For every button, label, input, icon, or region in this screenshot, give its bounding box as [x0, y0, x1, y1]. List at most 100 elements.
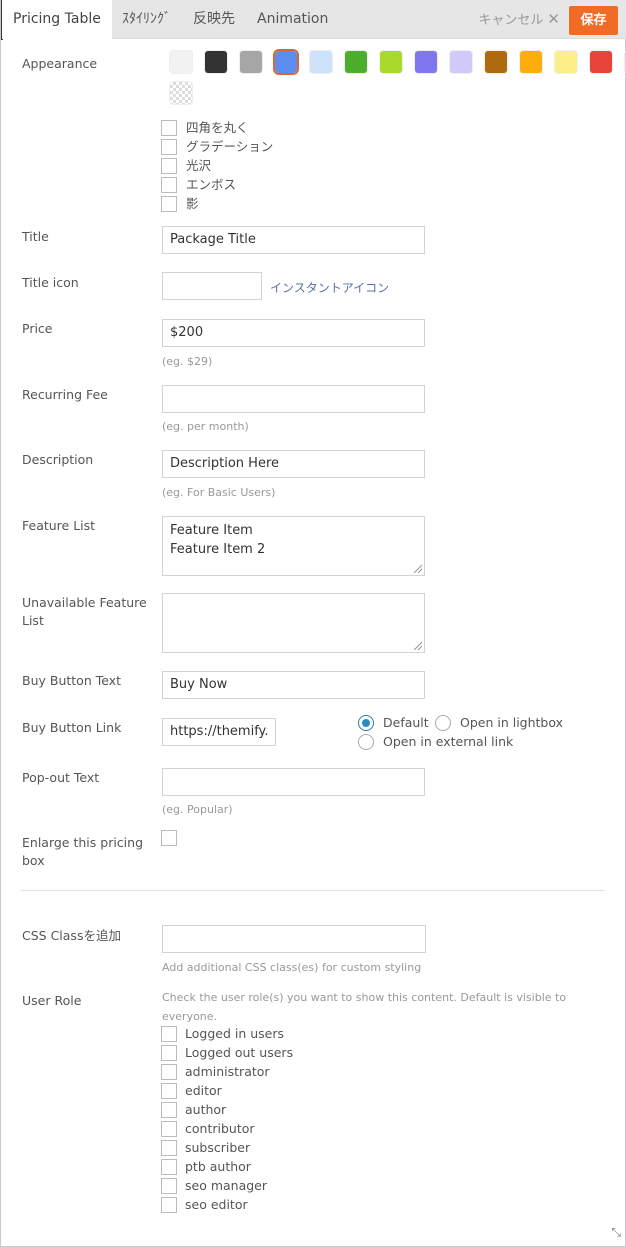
user-role-checkbox[interactable]: [161, 1083, 177, 1099]
cancel-label: キャンセル: [478, 13, 544, 28]
user-role-label: subscriber: [185, 1140, 251, 1155]
pricing-table-dialog: Pricing Table ｽﾀｲﾘﾝｸﾞ 反映先 Animation キャンセ…: [0, 0, 626, 1247]
user-role-checkbox[interactable]: [161, 1178, 177, 1194]
title-icon-label: Title icon: [22, 275, 79, 290]
swatch-gray[interactable]: [240, 51, 262, 73]
label-line: Unavailable Feature: [22, 595, 147, 610]
unavailable-feature-list-label: Unavailable Feature List: [22, 594, 147, 630]
feature-line: Feature Item: [170, 523, 253, 538]
tab-animation[interactable]: Animation: [257, 0, 328, 39]
appearance-option-checkbox[interactable]: [161, 177, 177, 193]
resize-grip-icon[interactable]: [414, 565, 422, 573]
user-role-checkbox[interactable]: [161, 1064, 177, 1080]
feature-line: Feature Item 2: [170, 542, 266, 557]
popout-text-label: Pop-out Text: [22, 770, 100, 785]
radio-open-in-external-link-label: Open in external link: [383, 734, 514, 749]
appearance-option-label: グラデーション: [186, 139, 274, 154]
appearance-option-checkbox[interactable]: [161, 120, 177, 136]
user-role-checkbox[interactable]: [161, 1140, 177, 1156]
swatch-purple[interactable]: [415, 51, 437, 73]
css-class-input[interactable]: [162, 925, 426, 953]
title-icon-input[interactable]: [162, 272, 262, 300]
buy-button-link-label: Buy Button Link: [22, 720, 122, 735]
user-role-checkbox[interactable]: [161, 1197, 177, 1213]
description-hint: (eg. For Basic Users): [162, 486, 276, 499]
tab-visibility[interactable]: 反映先: [193, 0, 235, 39]
swatch-orange[interactable]: [520, 51, 542, 73]
swatch-lime[interactable]: [380, 51, 402, 73]
save-button[interactable]: 保存: [569, 6, 618, 35]
section-divider: [21, 890, 605, 891]
user-role-checkbox[interactable]: [161, 1159, 177, 1175]
swatch-white[interactable]: [170, 51, 192, 73]
description-label: Description: [22, 452, 94, 467]
swatch-transparent[interactable]: [170, 82, 192, 104]
user-role-label: administrator: [185, 1064, 270, 1079]
radio-default-label: Default: [383, 715, 429, 730]
swatch-blue[interactable]: [275, 51, 297, 73]
swatch-light-blue[interactable]: [310, 51, 332, 73]
enlarge-label: Enlarge this pricing box: [22, 834, 143, 870]
description-input[interactable]: Description Here: [162, 450, 425, 478]
swatch-red[interactable]: [590, 51, 612, 73]
appearance-option-checkbox[interactable]: [161, 158, 177, 174]
resize-grip-icon[interactable]: [414, 642, 422, 650]
enlarge-checkbox[interactable]: [161, 830, 177, 846]
close-icon: ✕: [547, 10, 560, 28]
label-line: box: [22, 853, 45, 868]
user-role-checkbox[interactable]: [161, 1102, 177, 1118]
radio-open-in-lightbox-label: Open in lightbox: [460, 715, 564, 730]
user-role-label: User Role: [22, 993, 82, 1008]
title-input[interactable]: Package Title: [162, 226, 425, 254]
buy-button-text-input[interactable]: Buy Now: [162, 671, 425, 699]
radio-open-in-lightbox[interactable]: [435, 715, 451, 731]
dialog-tab-bar: Pricing Table ｽﾀｲﾘﾝｸﾞ 反映先 Animation キャンセ…: [2, 0, 626, 39]
user-role-label: Logged in users: [185, 1026, 285, 1041]
user-role-checkbox[interactable]: [161, 1121, 177, 1137]
user-role-label: seo manager: [185, 1178, 268, 1193]
user-role-checkbox[interactable]: [161, 1045, 177, 1061]
feature-list-textarea[interactable]: Feature Item Feature Item 2: [162, 516, 425, 576]
appearance-option-label: エンボス: [186, 177, 237, 192]
appearance-option-label: 四角を丸く: [186, 120, 249, 135]
title-label: Title: [22, 229, 49, 244]
recurring-fee-input[interactable]: [162, 385, 425, 413]
swatch-yellow[interactable]: [555, 51, 577, 73]
swatch-lavender[interactable]: [450, 51, 472, 73]
popout-text-input[interactable]: [162, 768, 425, 796]
resize-handle-icon[interactable]: ⤡: [611, 1225, 621, 1240]
buy-button-link-input[interactable]: https://themify.: [162, 718, 276, 746]
recurring-fee-hint: (eg. per month): [162, 420, 249, 433]
swatch-black[interactable]: [205, 51, 227, 73]
tab-pricing-table[interactable]: Pricing Table: [2, 0, 112, 39]
appearance-option-label: 影: [186, 196, 199, 211]
buy-button-text-label: Buy Button Text: [22, 673, 121, 688]
appearance-option-checkbox[interactable]: [161, 196, 177, 212]
user-role-label: Logged out users: [185, 1045, 294, 1060]
user-role-label: editor: [185, 1083, 222, 1098]
user-role-hint: Check the user role(s) you want to show …: [162, 988, 566, 1026]
radio-open-in-external-link[interactable]: [358, 734, 374, 750]
appearance-option-checkbox[interactable]: [161, 139, 177, 155]
hint-line: Check the user role(s) you want to show …: [162, 991, 567, 1004]
css-class-label: CSS Classを追加: [22, 928, 121, 943]
unavailable-feature-list-textarea[interactable]: [162, 593, 425, 653]
cancel-button[interactable]: キャンセル ✕: [478, 0, 560, 39]
price-input[interactable]: $200: [162, 319, 425, 347]
swatch-brown[interactable]: [485, 51, 507, 73]
radio-default[interactable]: [358, 715, 374, 731]
user-role-label: seo editor: [185, 1197, 248, 1212]
label-line: Enlarge this pricing: [22, 835, 144, 850]
price-label: Price: [22, 321, 53, 336]
appearance-label: Appearance: [22, 56, 98, 71]
tab-styling[interactable]: ｽﾀｲﾘﾝｸﾞ: [122, 0, 171, 39]
user-role-label: author: [185, 1102, 227, 1117]
feature-list-label: Feature List: [22, 518, 96, 533]
label-line: List: [22, 613, 44, 628]
instant-icon-link[interactable]: インスタントアイコン: [270, 279, 389, 296]
hint-line: everyone.: [162, 1010, 218, 1023]
swatch-green[interactable]: [345, 51, 367, 73]
user-role-checkbox[interactable]: [161, 1026, 177, 1042]
user-role-label: ptb author: [185, 1159, 251, 1174]
user-role-label: contributor: [185, 1121, 255, 1136]
